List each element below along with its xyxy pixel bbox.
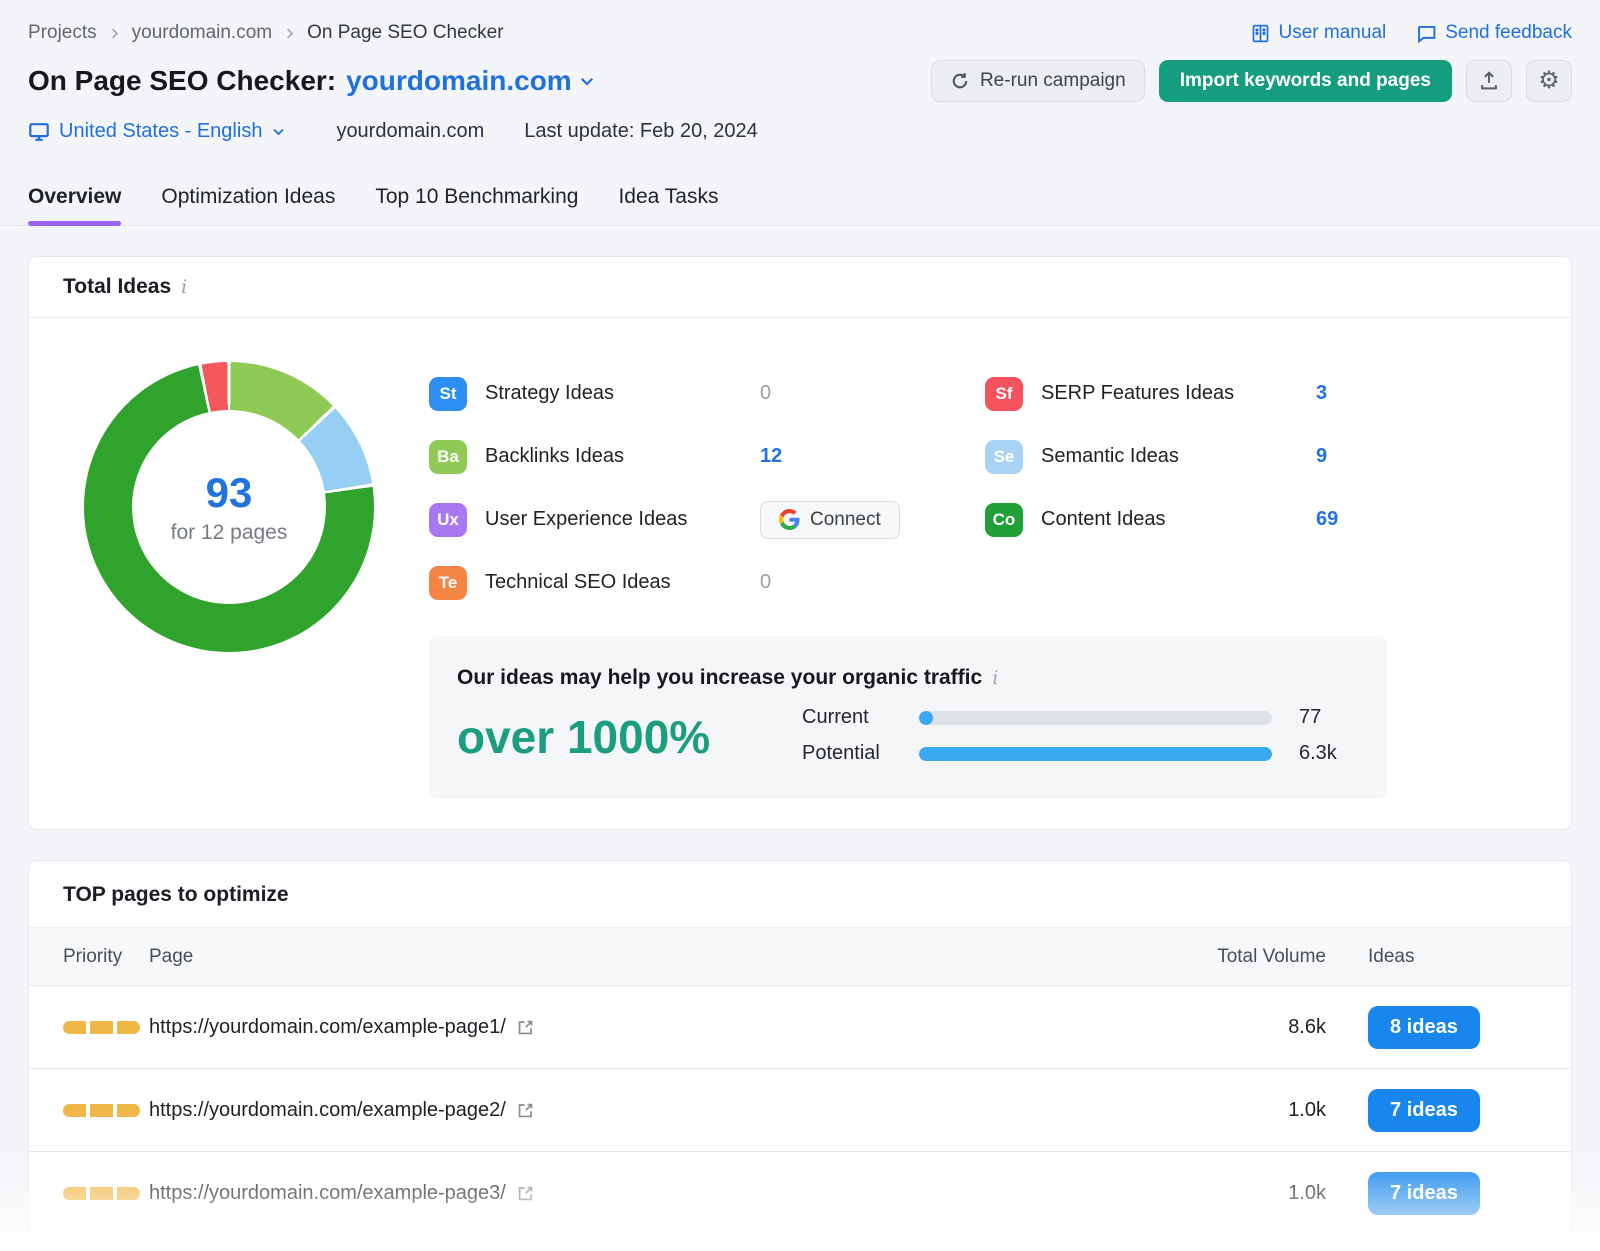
- idea-categories-right: Sf SERP Features Ideas 3 Se Semantic Ide…: [985, 362, 1541, 614]
- technical-seo-count: 0: [760, 571, 771, 594]
- category-row-strategy: St Strategy Ideas 0: [429, 362, 985, 425]
- breadcrumb-domain[interactable]: yourdomain.com: [132, 22, 272, 44]
- subheader: United States - English yourdomain.com L…: [0, 120, 1600, 143]
- monitor-icon: [28, 121, 50, 143]
- settings-button[interactable]: ⚙: [1526, 60, 1572, 102]
- info-icon[interactable]: i: [181, 276, 187, 298]
- category-row-content: Co Content Ideas 69: [985, 488, 1541, 551]
- page-url: https://yourdomain.com/example-page1/: [149, 1016, 506, 1039]
- ideas-count-button[interactable]: 8 ideas: [1368, 1006, 1480, 1049]
- category-row-user-experience: Ux User Experience Ideas Connect: [429, 488, 985, 551]
- external-link-icon[interactable]: [516, 1018, 535, 1037]
- total-ideas-card: Total Ideas i 93 for 12 pages: [28, 256, 1572, 830]
- total-ideas-donut: 93 for 12 pages: [84, 362, 374, 652]
- tab-overview[interactable]: Overview: [28, 185, 121, 225]
- tab-idea-tasks[interactable]: Idea Tasks: [618, 185, 718, 225]
- technical-seo-badge: Te: [429, 566, 467, 600]
- chat-bubble-icon: [1416, 23, 1437, 44]
- backlinks-count[interactable]: 12: [760, 445, 782, 468]
- current-traffic-row: Current 77: [802, 706, 1359, 729]
- traffic-panel-title: Our ideas may help you increase your org…: [457, 666, 982, 690]
- subheader-domain: yourdomain.com: [336, 120, 484, 143]
- serp-features-count[interactable]: 3: [1316, 382, 1327, 405]
- breadcrumb: Projects yourdomain.com On Page SEO Chec…: [28, 22, 504, 44]
- page-title: On Page SEO Checker: yourdomain.com: [28, 65, 596, 97]
- content-badge: Co: [985, 503, 1023, 537]
- potential-traffic-value: 6.3k: [1299, 742, 1337, 765]
- topbar: Projects yourdomain.com On Page SEO Chec…: [0, 0, 1600, 44]
- toolbar: Re-run campaign Import keywords and page…: [931, 60, 1572, 102]
- breadcrumb-projects[interactable]: Projects: [28, 22, 97, 44]
- priority-indicator: [63, 1021, 149, 1034]
- import-keywords-button[interactable]: Import keywords and pages: [1159, 60, 1452, 102]
- top-pages-card: TOP pages to optimize Priority Page Tota…: [28, 860, 1572, 1235]
- ideas-count-button[interactable]: 7 ideas: [1368, 1172, 1480, 1215]
- traffic-highlight: over 1000%: [457, 710, 802, 765]
- idea-categories-left: St Strategy Ideas 0 Ba Backlinks Ideas 1…: [429, 362, 985, 614]
- tab-top-10-benchmarking[interactable]: Top 10 Benchmarking: [375, 185, 578, 225]
- total-volume: 8.6k: [1196, 1016, 1326, 1039]
- table-row: https://yourdomain.com/example-page1/ 8.…: [29, 985, 1571, 1068]
- total-volume: 1.0k: [1196, 1182, 1326, 1205]
- upload-icon: [1478, 70, 1500, 92]
- total-volume: 1.0k: [1196, 1099, 1326, 1122]
- send-feedback-link[interactable]: Send feedback: [1416, 22, 1572, 44]
- table-row: https://yourdomain.com/example-page3/ 1.…: [29, 1151, 1571, 1234]
- export-button[interactable]: [1466, 60, 1512, 102]
- chevron-down-icon: [578, 72, 596, 90]
- title-row: On Page SEO Checker: yourdomain.com Re-r…: [0, 60, 1600, 102]
- page-url: https://yourdomain.com/example-page3/: [149, 1182, 506, 1205]
- strategy-count: 0: [760, 382, 771, 405]
- external-link-icon[interactable]: [516, 1101, 535, 1120]
- top-links: User manual Send feedback: [1250, 22, 1572, 44]
- table-header: Priority Page Total Volume Ideas: [29, 927, 1571, 985]
- campaign-domain-dropdown[interactable]: yourdomain.com: [346, 65, 596, 97]
- priority-indicator: [63, 1104, 149, 1117]
- table-row: https://yourdomain.com/example-page2/ 1.…: [29, 1068, 1571, 1151]
- tab-optimization-ideas[interactable]: Optimization Ideas: [161, 185, 335, 225]
- chevron-right-icon: [107, 26, 122, 41]
- category-row-technical-seo: Te Technical SEO Ideas 0: [429, 551, 985, 614]
- potential-traffic-row: Potential 6.3k: [802, 742, 1359, 765]
- total-ideas-title: Total Ideas: [63, 275, 171, 299]
- potential-traffic-bar: [919, 747, 1272, 761]
- top-pages-title: TOP pages to optimize: [63, 883, 289, 906]
- semantic-badge: Se: [985, 440, 1023, 474]
- ideas-count-button[interactable]: 7 ideas: [1368, 1089, 1480, 1132]
- category-row-semantic: Se Semantic Ideas 9: [985, 425, 1541, 488]
- donut-total-value: 93: [206, 469, 253, 517]
- tabs-bar: Overview Optimization Ideas Top 10 Bench…: [0, 185, 1600, 226]
- traffic-panel: Our ideas may help you increase your org…: [429, 636, 1387, 799]
- strategy-badge: St: [429, 377, 467, 411]
- info-icon[interactable]: i: [992, 667, 998, 689]
- content-count[interactable]: 69: [1316, 508, 1338, 531]
- gear-icon: ⚙: [1538, 69, 1560, 93]
- priority-indicator: [63, 1187, 149, 1200]
- last-update-label: Last update: Feb 20, 2024: [524, 120, 758, 143]
- user-manual-link[interactable]: User manual: [1250, 22, 1387, 44]
- serp-features-badge: Sf: [985, 377, 1023, 411]
- external-link-icon[interactable]: [516, 1184, 535, 1203]
- user-experience-badge: Ux: [429, 503, 467, 537]
- category-row-backlinks: Ba Backlinks Ideas 12: [429, 425, 985, 488]
- backlinks-badge: Ba: [429, 440, 467, 474]
- rerun-campaign-button[interactable]: Re-run campaign: [931, 60, 1145, 102]
- donut-total-label: for 12 pages: [171, 521, 288, 545]
- current-traffic-bar: [919, 711, 1272, 725]
- semantic-count[interactable]: 9: [1316, 445, 1327, 468]
- category-row-serp-features: Sf SERP Features Ideas 3: [985, 362, 1541, 425]
- google-logo-icon: [779, 509, 800, 530]
- breadcrumb-current: On Page SEO Checker: [307, 22, 503, 44]
- on-page-seo-checker-app: Projects yourdomain.com On Page SEO Chec…: [0, 0, 1600, 1235]
- google-connect-button[interactable]: Connect: [760, 501, 900, 539]
- page-url: https://yourdomain.com/example-page2/: [149, 1099, 506, 1122]
- locale-dropdown[interactable]: United States - English: [28, 120, 286, 143]
- chevron-down-icon: [271, 124, 286, 139]
- current-traffic-value: 77: [1299, 706, 1321, 729]
- chevron-right-icon: [282, 26, 297, 41]
- refresh-icon: [950, 71, 970, 91]
- book-icon: [1250, 23, 1271, 44]
